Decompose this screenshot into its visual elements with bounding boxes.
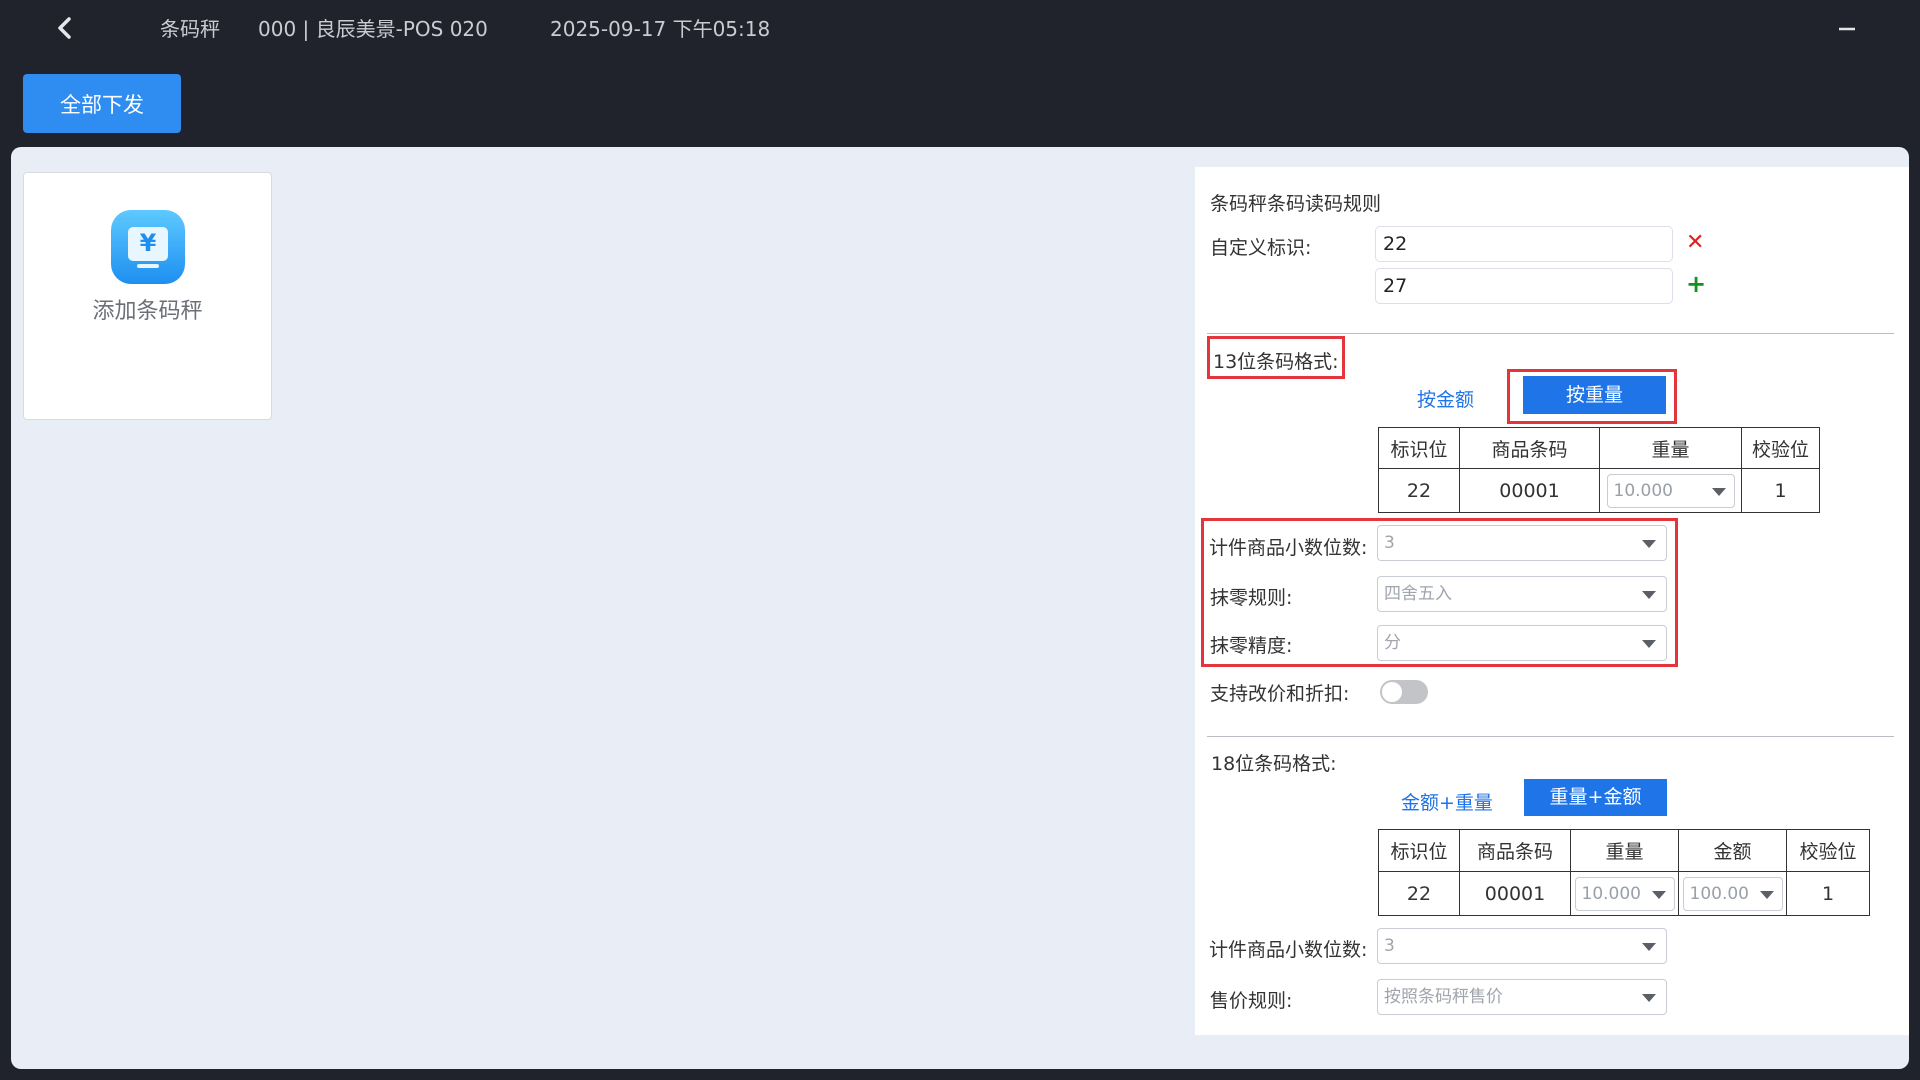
barcode13-table: 标识位 商品条码 重量 校验位 22 00001 10.000 1 bbox=[1378, 427, 1820, 513]
tab-by-weight[interactable]: 按重量 bbox=[1523, 376, 1666, 414]
header-cell: 金额 bbox=[1678, 829, 1787, 872]
decimal-label: 计件商品小数位数: bbox=[1209, 537, 1368, 559]
check-cell: 1 bbox=[1741, 468, 1820, 513]
rounding-precision-select[interactable]: 分 bbox=[1377, 625, 1667, 661]
panel-title: 条码秤条码读码规则 bbox=[1210, 193, 1382, 215]
divider bbox=[1207, 333, 1894, 334]
modify-price-toggle[interactable] bbox=[1380, 680, 1428, 704]
tab-by-amount[interactable]: 按金额 bbox=[1417, 385, 1474, 412]
top-bar: 条码秤 000 | 良辰美景-POS 020 2025-09-17 下午05:1… bbox=[0, 0, 1920, 56]
id-cell: 22 bbox=[1378, 468, 1460, 513]
custom-id-input-1[interactable]: 22 bbox=[1375, 226, 1673, 262]
chevron-down-icon bbox=[1642, 591, 1656, 599]
yuan-monitor-icon: ¥ bbox=[111, 210, 185, 284]
chevron-down-icon bbox=[1759, 890, 1774, 899]
check-cell: 1 bbox=[1786, 871, 1870, 916]
header-cell: 标识位 bbox=[1378, 427, 1460, 469]
chevron-down-icon bbox=[1642, 994, 1656, 1002]
tab-weight-amount[interactable]: 重量+金额 bbox=[1524, 779, 1667, 816]
barcode18-table: 标识位 商品条码 重量 金额 校验位 22 00001 10.000 100.0… bbox=[1378, 829, 1870, 916]
add-id-icon[interactable]: + bbox=[1686, 270, 1706, 298]
amount-select[interactable]: 100.00 bbox=[1682, 876, 1783, 911]
header-cell: 标识位 bbox=[1378, 829, 1460, 872]
add-scale-label: 添加条码秤 bbox=[92, 299, 203, 324]
back-arrow-icon[interactable] bbox=[54, 14, 76, 42]
header-cell: 校验位 bbox=[1786, 829, 1870, 872]
header-cell: 校验位 bbox=[1741, 427, 1820, 469]
amount-cell: 100.00 bbox=[1678, 871, 1787, 916]
custom-id-input-2[interactable]: 27 bbox=[1375, 268, 1673, 304]
price-rule-label: 售价规则: bbox=[1210, 990, 1293, 1012]
header-cell: 商品条码 bbox=[1459, 829, 1571, 872]
chevron-down-icon bbox=[1711, 487, 1726, 496]
header-cell: 重量 bbox=[1599, 427, 1742, 469]
weight-select[interactable]: 10.000 bbox=[1574, 876, 1675, 911]
decimal-label-18: 计件商品小数位数: bbox=[1209, 939, 1368, 961]
datetime-label: 2025-09-17 下午05:18 bbox=[550, 17, 771, 41]
rounding-rule-select[interactable]: 四舍五入 bbox=[1377, 576, 1667, 612]
chevron-down-icon bbox=[1651, 890, 1666, 899]
code-cell: 00001 bbox=[1459, 468, 1600, 513]
issue-all-button[interactable]: 全部下发 bbox=[23, 74, 181, 133]
header-cell: 商品条码 bbox=[1459, 427, 1600, 469]
decimal-select-18[interactable]: 3 bbox=[1377, 928, 1667, 964]
price-rule-select[interactable]: 按照条码秤售价 bbox=[1377, 979, 1667, 1015]
id-cell: 22 bbox=[1378, 871, 1460, 916]
add-scale-card[interactable]: ¥ 添加条码秤 bbox=[23, 172, 272, 420]
decimal-select[interactable]: 3 bbox=[1377, 525, 1667, 561]
chevron-down-icon bbox=[1642, 540, 1656, 548]
rounding-precision-label: 抹零精度: bbox=[1210, 635, 1293, 657]
format18-label: 18位条码格式: bbox=[1211, 753, 1337, 775]
divider bbox=[1207, 736, 1894, 737]
custom-id-label: 自定义标识: bbox=[1210, 237, 1312, 259]
weight-cell: 10.000 bbox=[1570, 871, 1679, 916]
remove-id-icon[interactable]: ✕ bbox=[1686, 230, 1704, 255]
weight-cell: 10.000 bbox=[1599, 468, 1742, 513]
store-name: 000 | 良辰美景-POS 020 bbox=[258, 17, 488, 41]
chevron-down-icon bbox=[1642, 640, 1656, 648]
modify-price-label: 支持改价和折扣: bbox=[1210, 683, 1350, 705]
format13-label: 13位条码格式: bbox=[1213, 351, 1339, 373]
minimize-icon[interactable] bbox=[1836, 14, 1858, 42]
code-cell: 00001 bbox=[1459, 871, 1571, 916]
page-title: 条码秤 bbox=[160, 17, 220, 41]
weight-select[interactable]: 10.000 bbox=[1606, 473, 1735, 508]
header-cell: 重量 bbox=[1570, 829, 1679, 872]
rounding-rule-label: 抹零规则: bbox=[1210, 587, 1293, 609]
tab-amount-weight[interactable]: 金额+重量 bbox=[1401, 788, 1493, 815]
chevron-down-icon bbox=[1642, 943, 1656, 951]
